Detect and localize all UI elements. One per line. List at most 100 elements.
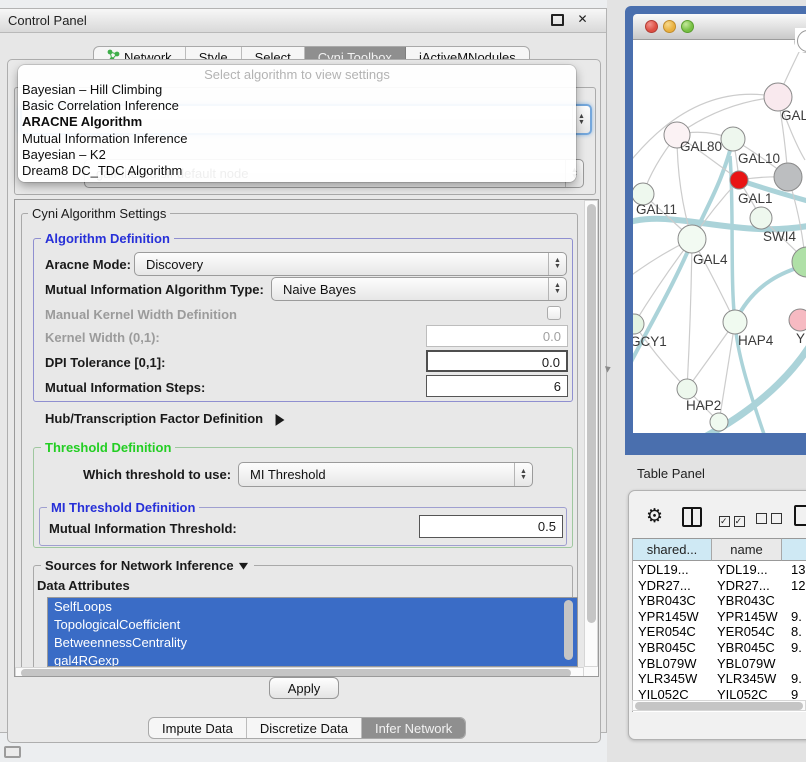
- table-cell[interactable]: YER054C: [717, 624, 781, 640]
- table-cell[interactable]: 9.: [791, 640, 806, 656]
- table-cell[interactable]: YBR045C: [717, 640, 781, 656]
- node-y[interactable]: [789, 309, 806, 331]
- node-gcy1[interactable]: [633, 314, 644, 334]
- algorithm-option[interactable]: Bayesian – Hill Climbing: [18, 82, 576, 98]
- table-horizontal-scrollbar[interactable]: [632, 700, 806, 711]
- close-traffic-light-icon[interactable]: [645, 20, 658, 33]
- attribute-item[interactable]: BetweennessCentrality: [48, 634, 577, 652]
- node-gal4[interactable]: [678, 225, 706, 253]
- gear-icon[interactable]: ⚙: [646, 505, 663, 528]
- kernel-width-field[interactable]: 0.0: [426, 325, 568, 347]
- table-cell[interactable]: YDL19...: [638, 562, 711, 578]
- mi-threshold-definition-title: MI Threshold Definition: [47, 500, 199, 515]
- table-cell[interactable]: YBL079W: [638, 656, 711, 672]
- apply-button[interactable]: Apply: [269, 677, 339, 699]
- table-cell[interactable]: YDR27...: [717, 578, 781, 594]
- node-gal10[interactable]: [721, 127, 745, 151]
- table-cell[interactable]: YDL19...: [717, 562, 781, 578]
- cyni-settings-scrollpane: Cyni Algorithm Settings Algorithm Defini…: [14, 199, 599, 677]
- table-cell[interactable]: YPR145W: [638, 609, 711, 625]
- manual-kernel-checkbox[interactable]: [547, 306, 561, 320]
- tab-infer-network[interactable]: Infer Network: [362, 718, 465, 738]
- table-scrollbar-thumb[interactable]: [635, 702, 803, 710]
- unchecked-pair-icon[interactable]: [756, 512, 782, 527]
- checked-pair-icon[interactable]: ✓ ✓: [719, 512, 745, 527]
- vertical-scrollbar[interactable]: [584, 200, 598, 667]
- attribute-item[interactable]: TopologicalCoefficient: [48, 616, 577, 634]
- close-icon[interactable]: ✕: [577, 14, 588, 25]
- table-cell[interactable]: 9.: [791, 671, 806, 687]
- node-hap2[interactable]: [677, 379, 697, 399]
- vertical-scrollbar-thumb[interactable]: [587, 204, 596, 623]
- node-label: GAL: [781, 108, 806, 123]
- algorithm-option[interactable]: Bayesian – K2: [18, 147, 576, 163]
- aracne-mode-combo[interactable]: Discovery ▲▼: [134, 252, 567, 276]
- node-hap4[interactable]: [723, 310, 747, 334]
- minimized-panel-icon[interactable]: [4, 746, 21, 758]
- horizontal-scrollbar[interactable]: [15, 667, 584, 677]
- tab-discretize-data[interactable]: Discretize Data: [247, 718, 362, 738]
- node[interactable]: [774, 163, 802, 191]
- node-table[interactable]: shared...nameA YDL19... YDL19... 13 YDR27..…: [632, 538, 806, 712]
- column-header[interactable]: name: [712, 538, 782, 561]
- hub-definition-toggle[interactable]: Hub/Transcription Factor Definition ▶: [45, 411, 285, 427]
- sources-title-toggle[interactable]: Sources for Network Inference ▼: [41, 558, 254, 573]
- scrollbar-corner: [584, 667, 598, 677]
- minimize-traffic-light-icon[interactable]: [663, 20, 676, 33]
- table-cell[interactable]: 8.: [791, 624, 806, 640]
- column-header[interactable]: shared...: [633, 538, 712, 561]
- node-label: Y: [796, 331, 805, 346]
- aracne-mode-label: Aracne Mode:: [45, 257, 131, 272]
- table-cell[interactable]: 9.: [791, 609, 806, 625]
- table-cell[interactable]: YPR145W: [717, 609, 781, 625]
- dpi-tolerance-label: DPI Tolerance [0,1]:: [45, 355, 165, 370]
- network-canvas[interactable]: GALGAL80GAL10GAL1GAL11SWI4GAL4GCY1HAP4YH…: [633, 40, 806, 433]
- node[interactable]: [710, 413, 728, 431]
- table-cell[interactable]: YDR27...: [638, 578, 711, 594]
- node[interactable]: [792, 247, 806, 277]
- column-header[interactable]: A: [782, 538, 806, 561]
- table-cell[interactable]: [791, 656, 806, 672]
- node-label: GCY1: [633, 334, 667, 349]
- mi-type-label: Mutual Information Algorithm Type:: [45, 282, 264, 297]
- attributes-scrollbar[interactable]: [564, 600, 573, 660]
- dpi-tolerance-field[interactable]: 0.0: [426, 350, 568, 372]
- mi-steps-field[interactable]: 6: [426, 375, 568, 397]
- which-threshold-combo[interactable]: MI Threshold ▲▼: [238, 462, 533, 487]
- mi-threshold-field[interactable]: 0.5: [419, 515, 563, 538]
- network-window-titlebar[interactable]: [633, 14, 806, 40]
- table-cell[interactable]: YBR043C: [638, 593, 711, 609]
- table-cell[interactable]: YLR345W: [717, 671, 781, 687]
- control-panel-window: Control Panel ✕ NetworkStyleSelectCyni T…: [0, 8, 607, 733]
- tab-impute-data[interactable]: Impute Data: [149, 718, 247, 738]
- node-label: GAL1: [738, 191, 773, 206]
- float-window-icon[interactable]: [551, 14, 564, 26]
- node-gal[interactable]: [764, 83, 792, 111]
- node-swi4[interactable]: [750, 207, 772, 229]
- columns-icon[interactable]: [682, 507, 702, 527]
- node-gal1[interactable]: [730, 171, 748, 189]
- table-cell[interactable]: YBL079W: [717, 656, 781, 672]
- cyni-algorithm-settings-title: Cyni Algorithm Settings: [28, 206, 170, 221]
- attribute-item[interactable]: SelfLoops: [48, 598, 577, 616]
- horizontal-scrollbar-thumb[interactable]: [21, 669, 571, 677]
- table-cell[interactable]: 12: [791, 578, 806, 594]
- mi-type-combo[interactable]: Naive Bayes ▲▼: [271, 277, 567, 301]
- table-cell[interactable]: 13: [791, 562, 806, 578]
- algorithm-option[interactable]: Mutual Information Inference: [18, 131, 576, 147]
- which-threshold-label: Which threshold to use:: [83, 467, 231, 482]
- algorithm-option[interactable]: Basic Correlation Inference: [18, 98, 576, 114]
- table-cell[interactable]: YLR345W: [638, 671, 711, 687]
- zoom-traffic-light-icon[interactable]: [681, 20, 694, 33]
- table-cell[interactable]: YER054C: [638, 624, 711, 640]
- table-cell[interactable]: [791, 593, 806, 609]
- algorithm-option[interactable]: Dream8 DC_TDC Algorithm: [18, 163, 576, 179]
- table-cell[interactable]: YBR045C: [638, 640, 711, 656]
- table-cell[interactable]: YBR043C: [717, 593, 781, 609]
- data-attributes-list[interactable]: SelfLoopsTopologicalCoefficientBetweenne…: [47, 597, 578, 667]
- mi-threshold-label: Mutual Information Threshold:: [49, 521, 237, 536]
- page-icon[interactable]: [794, 505, 806, 526]
- attribute-item[interactable]: gal4RGexp: [48, 652, 577, 667]
- algorithm-option[interactable]: ARACNE Algorithm: [18, 114, 576, 130]
- control-panel-titlebar[interactable]: Control Panel ✕: [0, 9, 606, 33]
